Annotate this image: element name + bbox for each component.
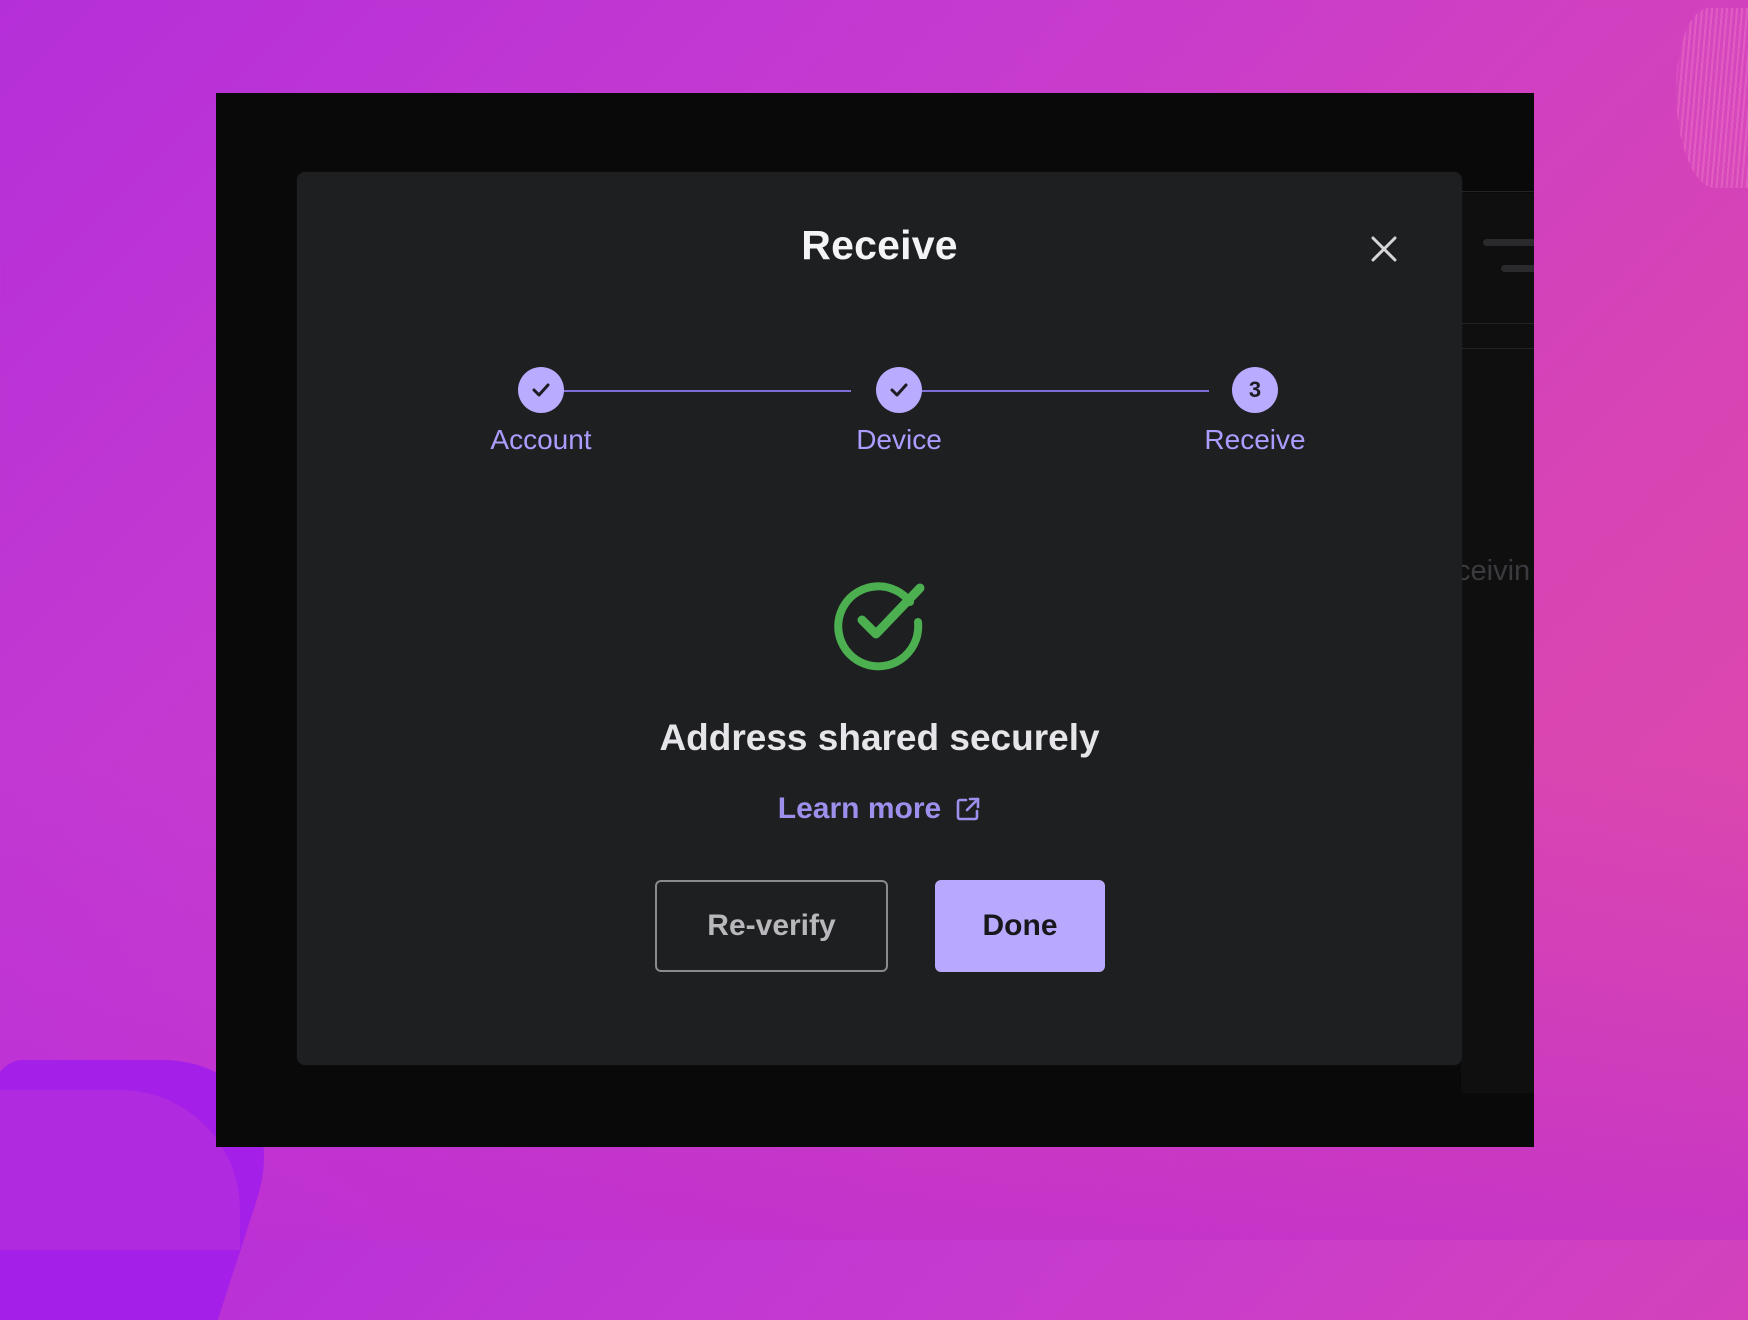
step-number: 3 xyxy=(1248,377,1262,402)
reverify-button[interactable]: Re-verify xyxy=(655,880,888,972)
check-icon xyxy=(532,383,550,397)
menu-icon xyxy=(1501,265,1534,272)
background-divider xyxy=(1461,348,1534,349)
background-divider xyxy=(1461,191,1534,192)
check-icon xyxy=(890,383,908,397)
progress-stepper: Account Device 3 Receive xyxy=(297,362,1462,462)
modal-title: Receive xyxy=(801,222,958,268)
check-circle-icon xyxy=(834,582,925,671)
done-button[interactable]: Done xyxy=(935,880,1105,972)
stepper-connector xyxy=(541,390,851,392)
step-receive-label: Receive xyxy=(1204,424,1306,455)
step-receive-marker: 3 xyxy=(1232,367,1278,413)
background-feather-decoration xyxy=(1676,8,1748,188)
close-icon xyxy=(1371,236,1397,262)
close-button[interactable] xyxy=(1361,226,1407,272)
background-divider xyxy=(1461,323,1534,324)
learn-more-link[interactable]: Learn more xyxy=(297,792,1462,826)
stepper-connector xyxy=(899,390,1209,392)
step-account-marker xyxy=(518,367,564,413)
learn-more-label: Learn more xyxy=(777,792,942,825)
external-link-icon xyxy=(956,797,980,821)
step-device-marker xyxy=(876,367,922,413)
step-account-label: Account xyxy=(490,424,592,455)
background-partial-text: ceivin xyxy=(1456,555,1531,587)
app-window: ceivin Receive Account Device 3 Receive … xyxy=(216,93,1534,1147)
menu-icon xyxy=(1483,239,1534,246)
status-title: Address shared securely xyxy=(659,717,1100,758)
receive-modal: Receive Account Device 3 Receive Address… xyxy=(297,172,1462,1065)
step-device-label: Device xyxy=(856,424,942,455)
background-panel xyxy=(1461,193,1534,1093)
